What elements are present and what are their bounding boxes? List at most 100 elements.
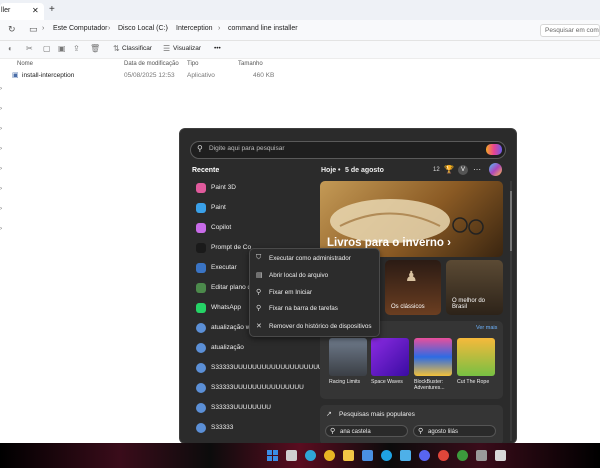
breadcrumb-1[interactable]: Este Computador xyxy=(53,25,107,32)
photos-icon[interactable] xyxy=(400,450,411,461)
explorer-tab-bar: ller ✕ + xyxy=(0,0,600,20)
app-icon-3[interactable] xyxy=(495,450,506,461)
pin-taskbar-icon: ⚲ xyxy=(256,305,262,312)
nav-pane-chevron[interactable]: › xyxy=(0,106,2,112)
remove-icon: ✕ xyxy=(256,323,262,330)
refresh-icon[interactable]: ↻ xyxy=(8,24,16,35)
computer-icon: ▭ xyxy=(29,24,38,34)
recent-item[interactable]: Copilot xyxy=(194,222,309,236)
share-icon[interactable]: ⇪ xyxy=(73,44,80,53)
nav-pane-chevron[interactable]: › xyxy=(0,206,2,212)
chrome-icon[interactable] xyxy=(324,450,335,461)
game-tile-space-waves[interactable] xyxy=(371,338,409,376)
nav-pane-chevron[interactable]: › xyxy=(0,166,2,172)
weather-value[interactable]: 12 xyxy=(433,167,440,173)
column-header-type[interactable]: Tipo xyxy=(187,61,198,67)
ccleaner-icon[interactable] xyxy=(438,450,449,461)
scrollbar-track[interactable] xyxy=(510,181,512,441)
column-header-date[interactable]: Data de modificação xyxy=(124,61,179,67)
recent-title: Recente xyxy=(192,167,220,174)
column-header-size[interactable]: Tamanho xyxy=(238,61,263,67)
search-result-icon xyxy=(196,343,206,353)
card-brasil[interactable]: O melhor do Brasil xyxy=(446,260,503,315)
more-options-button[interactable]: ••• xyxy=(214,45,221,52)
new-item-icon[interactable]: ◐ xyxy=(8,44,13,53)
recent-item[interactable]: Paint xyxy=(194,202,309,216)
breadcrumb-2[interactable]: Disco Local (C:) xyxy=(118,25,168,32)
copilot-badge-icon[interactable] xyxy=(486,144,502,155)
search-result-icon xyxy=(196,423,206,433)
game-tile-racing[interactable] xyxy=(329,338,367,376)
address-row: ↻ ▭ › Este Computador › Disco Local (C:)… xyxy=(0,20,600,41)
command-bar: ◐ ✂ ▢ ▣ ⇪ 🗑 ⇅ Classificar ☰ Visualizar •… xyxy=(0,41,600,59)
scrollbar-thumb[interactable] xyxy=(510,191,512,251)
context-item-pin-taskbar[interactable]: ⚲ Fixar na barra de tarefas xyxy=(254,302,375,316)
context-item-pin-start[interactable]: ⚲ Fixar em Iniciar xyxy=(254,286,375,300)
search-result-icon xyxy=(196,383,206,393)
nav-pane-chevron[interactable]: › xyxy=(0,86,2,92)
skype-icon[interactable] xyxy=(381,450,392,461)
cut-icon[interactable]: ✂ xyxy=(26,44,33,53)
new-tab-button[interactable]: + xyxy=(49,4,55,15)
trophy-icon[interactable]: 🏆 xyxy=(444,165,454,174)
recent-item[interactable]: S33333UUUUUUUU xyxy=(194,402,309,416)
recent-item-label: Paint 3D xyxy=(211,184,236,191)
app-icon-1[interactable] xyxy=(457,450,468,461)
windows-start-icon[interactable] xyxy=(267,450,278,461)
popular-search-pill[interactable]: ⚲ agosto lilás xyxy=(413,425,496,437)
search-icon[interactable] xyxy=(286,450,297,461)
recent-item[interactable]: S33333UUUUUUUUUUUUUUUUUUUUUUUUU xyxy=(194,362,351,376)
hero-card[interactable]: Livros para o inverno › xyxy=(320,181,503,257)
nav-pane-chevron[interactable]: › xyxy=(0,146,2,152)
paint3d-icon xyxy=(196,183,206,193)
explorer-search-input[interactable]: Pesquisar em comm xyxy=(540,24,600,37)
popular-search-pill[interactable]: ⚲ ana castela xyxy=(325,425,408,437)
recent-item[interactable]: atualização xyxy=(194,342,309,356)
app-icon-2[interactable] xyxy=(476,450,487,461)
recent-item-label: Paint xyxy=(211,204,226,211)
tab-close-icon[interactable]: ✕ xyxy=(32,6,39,15)
recent-item-label: S33333UUUUUUUUUUUUUUU xyxy=(211,384,304,391)
more-icon[interactable]: ⋯ xyxy=(473,165,481,174)
game-tile-cut-the-rope[interactable] xyxy=(457,338,495,376)
file-name: install-interception xyxy=(22,72,75,79)
paint-icon xyxy=(196,203,206,213)
game-tile-blockbuster[interactable] xyxy=(414,338,452,376)
search-result-icon xyxy=(196,403,206,413)
file-type: Aplicativo xyxy=(187,72,215,79)
recent-item-label: S33333UUUUUUUU xyxy=(211,404,271,411)
column-header-name[interactable]: Nome xyxy=(17,61,33,67)
avatar[interactable]: V xyxy=(458,165,468,175)
delete-icon[interactable]: 🗑 xyxy=(90,44,100,53)
sort-button[interactable]: Classificar xyxy=(122,45,152,52)
breadcrumb-4[interactable]: command line installer xyxy=(228,25,298,32)
copilot-icon[interactable] xyxy=(489,163,502,176)
breadcrumb-3[interactable]: Interception xyxy=(176,25,213,32)
chevron-right-icon: › xyxy=(218,25,221,32)
store-icon[interactable] xyxy=(362,450,373,461)
recent-item[interactable]: S33333UUUUUUUUUUUUUUU xyxy=(194,382,309,396)
context-item-open-location[interactable]: ▤ Abrir local do arquivo xyxy=(254,269,375,283)
admin-icon: ⛉ xyxy=(256,254,262,261)
recent-item[interactable]: S33333 xyxy=(194,422,309,436)
view-icon[interactable]: ☰ xyxy=(163,44,170,53)
context-menu: ⛉ Executar como administrador ▤ Abrir lo… xyxy=(249,248,380,337)
start-search-box[interactable]: ⚲ Digite aqui para pesquisar xyxy=(190,141,506,159)
nav-pane-chevron[interactable]: › xyxy=(0,126,2,132)
file-explorer-icon[interactable] xyxy=(343,450,354,461)
discord-icon[interactable] xyxy=(419,450,430,461)
paste-icon[interactable]: ▣ xyxy=(58,44,66,53)
copy-icon[interactable]: ▢ xyxy=(43,44,51,53)
context-item-run-as-admin[interactable]: ⛉ Executar como administrador xyxy=(254,252,375,266)
nav-pane-chevron[interactable]: › xyxy=(0,186,2,192)
view-button[interactable]: Visualizar xyxy=(173,45,201,52)
games-more-link[interactable]: Ver mais xyxy=(476,325,497,331)
context-item-remove-history[interactable]: ✕ Remover do histórico de dispositivos xyxy=(254,320,375,334)
recent-item[interactable]: Paint 3D xyxy=(194,182,309,196)
sort-icon[interactable]: ⇅ xyxy=(113,44,120,53)
card-classics[interactable]: ♟ Os clássicos xyxy=(385,260,441,315)
edge-icon[interactable] xyxy=(305,450,316,461)
nav-pane-chevron[interactable]: › xyxy=(0,226,2,232)
explorer-tab[interactable]: ller ✕ xyxy=(0,3,44,20)
game-title: BlockBuster: Adventures... xyxy=(414,379,445,391)
